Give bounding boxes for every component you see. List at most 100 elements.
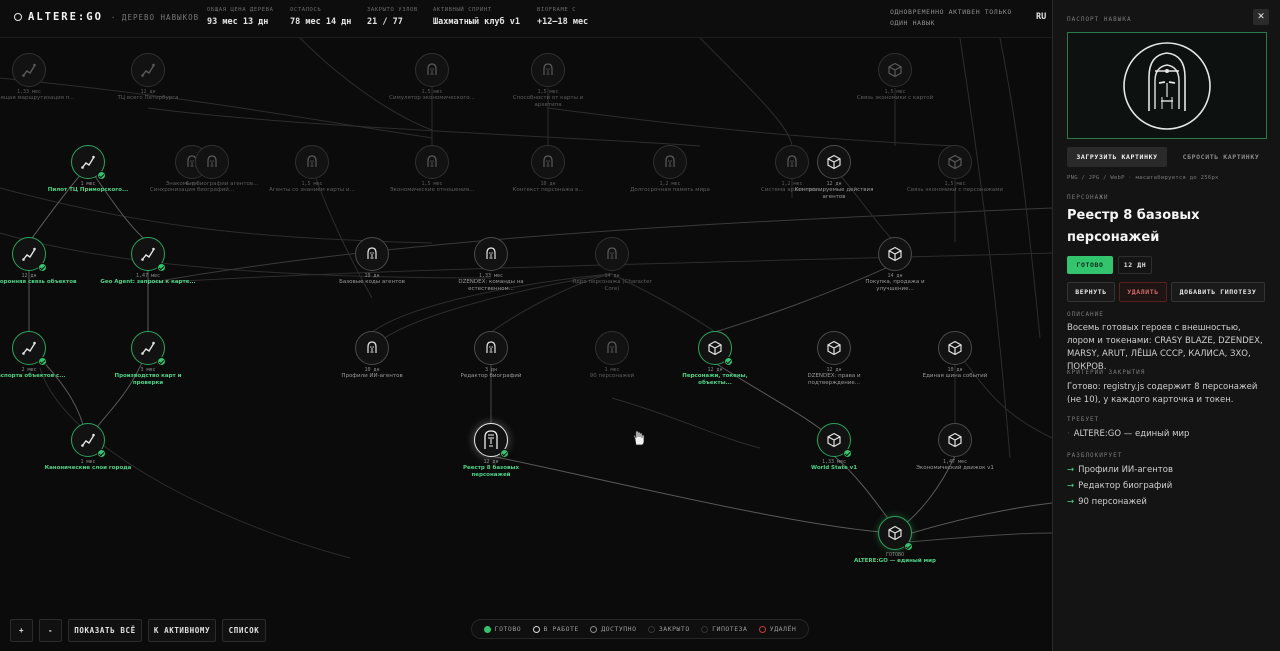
reset-image-button[interactable]: СБРОСИТЬ КАРТИНКУ (1173, 147, 1269, 167)
skill-node-circle[interactable] (817, 331, 851, 365)
skill-node[interactable]: 1 мес 90 персонажей (564, 331, 660, 380)
skill-node-circle[interactable] (71, 145, 106, 180)
list-button[interactable]: СПИСОК (222, 619, 266, 642)
skill-node-circle[interactable] (595, 331, 629, 365)
skill-node[interactable]: 12 дн Персонажи, токены, объекты... (667, 331, 763, 387)
skill-node-circle[interactable] (474, 331, 508, 365)
unlocks-item[interactable]: → Профили ИИ-агентов (1067, 465, 1173, 475)
language-switch[interactable]: RU (1036, 12, 1046, 22)
skill-node-circle[interactable] (12, 331, 47, 366)
skill-node-label: ALTERE:GO — единый мир (854, 558, 936, 564)
show-all-button[interactable]: ПОКАЗАТЬ ВСЁ (68, 619, 142, 642)
unlocks-item[interactable]: → Редактор биографий (1067, 481, 1172, 491)
skill-node[interactable]: 1,2 мес Долгосрочная память мира (622, 145, 718, 194)
skill-node[interactable]: 1,5 мес Симулятор экономического... (384, 53, 480, 102)
skill-node[interactable]: 10 дн Контекст персонажа в... (500, 145, 596, 194)
skill-node-circle[interactable] (698, 331, 733, 366)
skill-node-circle[interactable] (938, 331, 972, 365)
skill-node[interactable]: 1,5 мес Связь экономики с персонажами (907, 145, 1003, 194)
skill-node-circle[interactable] (415, 53, 449, 87)
skill-node-circle[interactable] (817, 423, 852, 458)
upload-image-button[interactable]: ЗАГРУЗИТЬ КАРТИНКУ (1067, 147, 1167, 167)
skill-node[interactable]: 10 дн Профили ИИ-агентов (324, 331, 420, 380)
skill-node-label: ТЦ всего Петербурга (117, 95, 179, 101)
skill-node[interactable]: 3 дн Редактор биографий (443, 331, 539, 380)
skill-node-circle[interactable] (595, 237, 629, 271)
skill-node[interactable]: 1,33 мес DZENDEX: команды на естественном… (443, 237, 539, 293)
unlocks-item[interactable]: → 90 персонажей (1067, 497, 1147, 507)
skill-node-circle[interactable] (355, 331, 389, 365)
skill-node-circle[interactable] (131, 331, 166, 366)
agent-face-icon (425, 62, 439, 78)
check-icon (157, 263, 166, 272)
skill-node[interactable]: Знакомые биографии агентов... (164, 145, 260, 188)
skill-node-label: Производство карт и проверки (114, 373, 182, 386)
skill-node-label: Способности от карты и архетипа (512, 95, 584, 108)
skill-node[interactable]: 1,33 месНастоящая маршрутизация п... (0, 53, 77, 102)
route-icon (140, 62, 156, 78)
skill-node-label: Контекст персонажа в... (512, 187, 584, 193)
skill-node-circle[interactable] (531, 53, 565, 87)
close-icon[interactable]: ✕ (1253, 9, 1269, 25)
zoom-in-button[interactable]: + (10, 619, 33, 642)
skill-node-circle[interactable] (355, 237, 389, 271)
skill-node[interactable]: 1,5 мес Способности от карты и архетипа (500, 53, 596, 109)
skill-node-label: Знакомые биографии агентов... (165, 181, 259, 187)
skill-node-label: World State v1 (810, 465, 858, 471)
skill-node[interactable]: 12 дн Реестр 8 базовых персонажей (443, 423, 539, 479)
skill-node[interactable]: 1,33 мес World State v1 (786, 423, 882, 472)
requires-item[interactable]: · ALTERE:GO — единый мир (1067, 429, 1189, 439)
skill-node[interactable]: ГОТОВО ALTERE:GO — единый мир (847, 516, 943, 565)
check-icon (38, 263, 47, 272)
skill-node[interactable]: 12 дн DZENDEX: права и подтверждение... (786, 331, 882, 387)
skill-node[interactable]: 1 мес Канонические слои города (40, 423, 136, 472)
zoom-out-button[interactable]: - (39, 619, 62, 642)
skill-node[interactable]: 1 мес Пилот ТЦ Приморского... (40, 145, 136, 194)
skill-node-circle[interactable] (131, 53, 165, 87)
skill-node[interactable]: 1,47 мес Geo Agent: запросы к карте... (100, 237, 196, 286)
skill-node-circle[interactable] (878, 53, 912, 87)
skill-node[interactable]: 10 дн Единая шина событий (907, 331, 1003, 380)
add-hypothesis-button[interactable]: ДОБАВИТЬ ГИПОТЕЗУ (1171, 282, 1265, 302)
skill-node-circle[interactable] (474, 237, 508, 271)
delete-button[interactable]: УДАЛИТЬ (1119, 282, 1167, 302)
skill-node[interactable]: 1,47 мес Экономический движок v1 (907, 423, 1003, 472)
return-button[interactable]: ВЕРНУТЬ (1067, 282, 1115, 302)
skill-node-circle[interactable] (195, 145, 229, 179)
skill-node-circle[interactable] (415, 145, 449, 179)
stat-closed-nodes: ЗАКРЫТО УЗЛОВ 21 / 77 (367, 7, 418, 27)
skill-node[interactable]: 14 дн Ядро персонажа (Character Core) (564, 237, 660, 293)
legend-item-hypothesis: ГИПОТЕЗА (701, 625, 747, 633)
skill-node[interactable]: 14 дн Покупка, продажа и улучшение... (847, 237, 943, 293)
to-active-button[interactable]: К АКТИВНОМУ (148, 619, 216, 642)
skill-node-circle[interactable] (12, 53, 46, 87)
character-portrait-icon (1123, 41, 1211, 130)
skill-tree-canvas[interactable]: 1,33 месНастоящая маршрутизация п... 12 д… (0, 38, 1052, 651)
skill-node[interactable]: 3 мес Производство карт и проверки (100, 331, 196, 387)
skill-node-circle[interactable] (878, 516, 913, 551)
skill-node[interactable]: 1,5 мес Экономические отношения... (384, 145, 480, 194)
skill-node-circle[interactable] (531, 145, 565, 179)
agent-face-icon (205, 154, 219, 170)
skill-node[interactable]: 2 месПаспорта объектов с... (0, 331, 77, 380)
skill-node[interactable]: 10 дн Базовые коды агентов (324, 237, 420, 286)
skill-node[interactable]: 1,5 мес Агенты со знанием карты и... (264, 145, 360, 194)
skill-node[interactable]: 12 дн Контролируемые действия агентов (786, 145, 882, 201)
skill-node-circle[interactable] (295, 145, 329, 179)
agent-face-icon (365, 340, 379, 356)
legend-item-done: ГОТОВО (483, 625, 521, 633)
skill-node-circle[interactable] (938, 145, 972, 179)
skill-node-circle[interactable] (474, 423, 509, 458)
skill-node[interactable]: 12 днДвусторонняя связь объектов (0, 237, 77, 286)
skill-node-circle[interactable] (938, 423, 972, 457)
skill-node-label: Синхронизация биографий... (149, 187, 235, 193)
skill-node-label: Контролируемые действия агентов (794, 187, 874, 200)
skill-node[interactable]: 1,5 мес Связь экономики с картой (847, 53, 943, 102)
skill-node-circle[interactable] (817, 145, 851, 179)
skill-node-circle[interactable] (878, 237, 912, 271)
skill-node-circle[interactable] (653, 145, 687, 179)
skill-node-circle[interactable] (71, 423, 106, 458)
skill-node[interactable]: 12 дн ТЦ всего Петербурга (100, 53, 196, 102)
skill-node-circle[interactable] (131, 237, 166, 272)
skill-node-circle[interactable] (12, 237, 47, 272)
